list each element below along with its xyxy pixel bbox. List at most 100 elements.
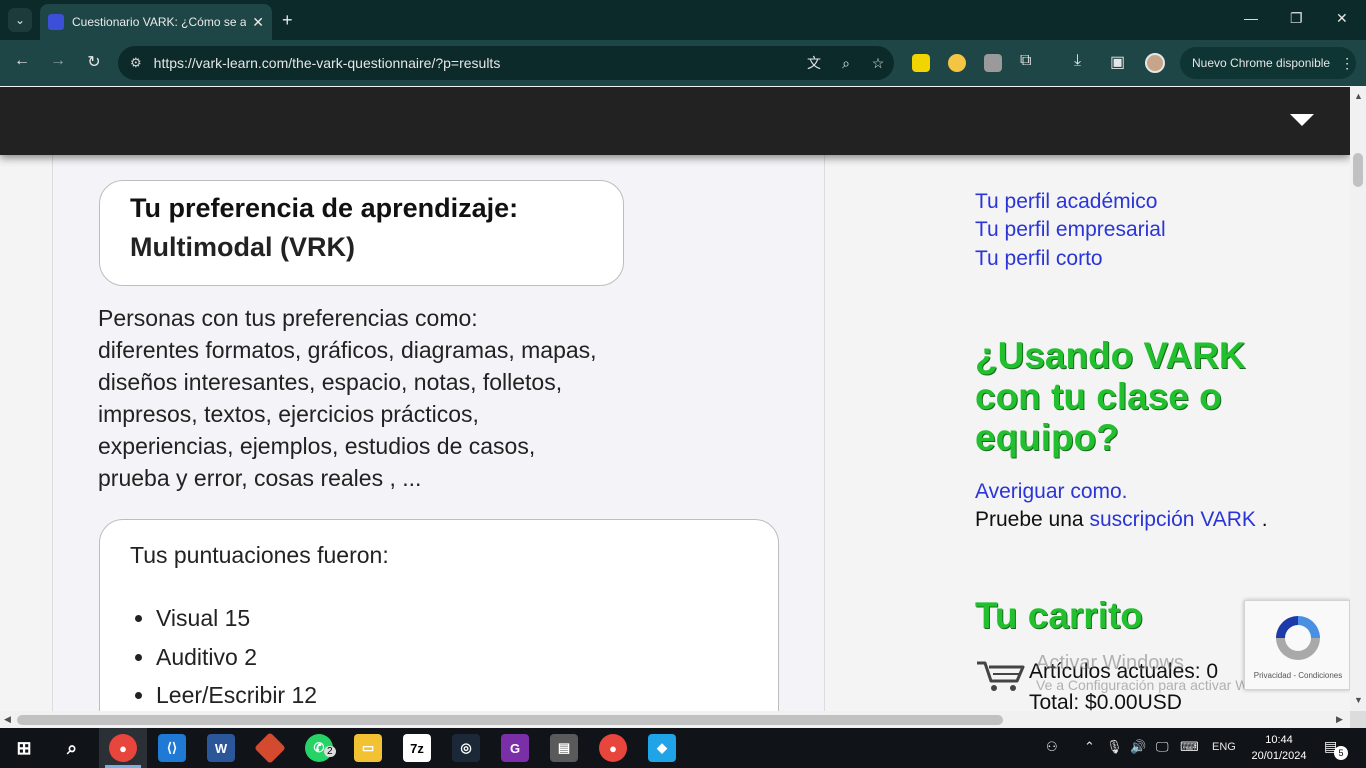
tab-strip: ⌄ Cuestionario VARK: ¿Cómo se a ✕ + — ❐ … — [0, 0, 1366, 40]
translate-icon[interactable]: 文 — [798, 53, 830, 73]
description-line: diseños interesantes, espacio, notas, fo… — [98, 369, 563, 395]
download-icon[interactable]: ⤓ — [1074, 52, 1081, 70]
chrome-update-button[interactable]: Nuevo Chrome disponible ⋮ — [1180, 47, 1356, 79]
scores-card: Tus puntuaciones fueron: Visual 15 Audit… — [99, 519, 779, 711]
preference-description: Personas con tus preferencias como: dife… — [98, 302, 698, 494]
active-tab[interactable]: Cuestionario VARK: ¿Cómo se a ✕ — [40, 4, 272, 40]
extension-3-icon[interactable] — [984, 54, 1002, 72]
extension-2-icon[interactable] — [948, 54, 966, 72]
app-window-icon[interactable]: ▤ — [550, 734, 578, 762]
notifications-badge: 5 — [1334, 746, 1348, 760]
vertical-scroll-thumb[interactable] — [1353, 153, 1363, 187]
new-tab-button[interactable]: + — [282, 10, 293, 30]
7zip-icon[interactable]: 7z — [403, 734, 431, 762]
search-icon[interactable]: ⌕ — [58, 734, 86, 762]
volume-icon[interactable]: 🔊 — [1130, 739, 1146, 755]
windows-start-icon[interactable]: ⊞ — [10, 734, 38, 762]
score-visual: Visual 15 — [156, 599, 748, 638]
back-button[interactable]: ← — [11, 52, 33, 70]
short-profile-link[interactable]: Tu perfil corto — [975, 247, 1103, 271]
description-line: diferentes formatos, gráficos, diagramas… — [98, 337, 597, 363]
profile-avatar[interactable] — [1145, 53, 1165, 73]
close-tab-icon[interactable]: ✕ — [252, 14, 264, 31]
activation-watermark-title: Activar Windows — [1036, 652, 1184, 674]
vertical-scrollbar[interactable]: ▲ ▼ — [1350, 87, 1366, 711]
update-label: Nuevo Chrome disponible — [1192, 56, 1331, 70]
preference-card: Tu preferencia de aprendizaje: Multimoda… — [99, 180, 624, 286]
recaptcha-terms[interactable]: Privacidad - Condiciones — [1245, 671, 1350, 680]
chrome-icon[interactable]: ● — [109, 734, 137, 762]
restore-button[interactable]: ❐ — [1290, 10, 1303, 27]
zoom-icon[interactable]: ⌕ — [830, 55, 862, 72]
scores-list: Visual 15 Auditivo 2 Leer/Escribir 12 — [130, 599, 748, 711]
scroll-up-icon[interactable]: ▲ — [1354, 91, 1363, 101]
try-suffix: . — [1261, 508, 1268, 531]
menu-dropdown-icon[interactable] — [1290, 114, 1314, 126]
academic-profile-link[interactable]: Tu perfil académico — [975, 190, 1157, 214]
bookmark-star-icon[interactable]: ☆ — [862, 55, 894, 72]
find-out-link[interactable]: Averiguar como. — [975, 480, 1128, 504]
notifications-button[interactable]: ▤ 5 — [1324, 738, 1348, 760]
people-icon[interactable]: ⚇ — [1046, 739, 1058, 755]
steam-icon[interactable]: ◎ — [452, 734, 480, 762]
site-header — [0, 87, 1350, 155]
recaptcha-badge[interactable]: Privacidad - Condiciones — [1244, 600, 1350, 690]
description-line: prueba y error, cosas reales , ... — [98, 465, 422, 491]
web-page: Tu preferencia de aprendizaje: Multimoda… — [0, 87, 1350, 711]
word-icon[interactable]: W — [207, 734, 235, 762]
language-indicator[interactable]: ENG — [1212, 741, 1236, 753]
cart-heading: Tu carrito — [975, 595, 1143, 636]
tab-search-button[interactable]: ⌄ — [8, 8, 32, 32]
clock-time: 10:44 — [1265, 734, 1293, 746]
minimize-button[interactable]: — — [1244, 10, 1258, 26]
clock-date: 20/01/2024 — [1251, 750, 1307, 762]
score-read-write: Leer/Escribir 12 — [156, 676, 748, 711]
close-window-button[interactable]: ✕ — [1336, 10, 1348, 27]
shopping-cart-icon[interactable] — [975, 657, 1025, 693]
microphone-icon[interactable]: 🎙 — [1106, 739, 1123, 755]
results-column: Tu preferencia de aprendizaje: Multimoda… — [52, 87, 825, 711]
score-auditory: Auditivo 2 — [156, 638, 748, 677]
subscription-line: Pruebe una suscripción VARK . — [975, 508, 1268, 532]
horizontal-scrollbar[interactable]: ◀ ▶ — [0, 711, 1350, 728]
side-panel-icon[interactable]: ▣ — [1110, 52, 1125, 72]
git-icon[interactable] — [254, 732, 286, 764]
promo-heading: ¿Usando VARK con tu clase o equipo? — [975, 335, 1246, 458]
whatsapp-badge: 2 — [324, 746, 336, 757]
subscription-link[interactable]: suscripción VARK — [1089, 508, 1256, 531]
tab-title: Cuestionario VARK: ¿Cómo se a — [72, 15, 247, 29]
vscode-icon[interactable]: ⟨⟩ — [158, 734, 186, 762]
scroll-down-icon[interactable]: ▼ — [1354, 695, 1363, 705]
scrollbar-corner — [1350, 711, 1366, 728]
recaptcha-logo-icon — [1276, 616, 1320, 660]
site-info-icon[interactable]: ⚙ — [130, 55, 142, 71]
system-clock[interactable]: 10:44 20/01/2024 — [1248, 732, 1310, 764]
tray-chevron-icon[interactable]: ⌃ — [1084, 739, 1095, 755]
extension-1-icon[interactable] — [912, 54, 930, 72]
try-prefix: Pruebe una — [975, 508, 1084, 531]
file-explorer-icon[interactable]: ▭ — [354, 734, 382, 762]
scores-title: Tus puntuaciones fueron: — [130, 542, 389, 568]
scroll-left-icon[interactable]: ◀ — [4, 714, 11, 725]
vark-favicon-icon — [48, 14, 64, 30]
gdevelop-icon[interactable]: G — [501, 734, 529, 762]
scroll-right-icon[interactable]: ▶ — [1336, 714, 1343, 725]
forward-button[interactable]: → — [47, 52, 69, 70]
horizontal-scroll-thumb[interactable] — [17, 715, 1003, 725]
app-blue-icon[interactable]: ◆ — [648, 734, 676, 762]
description-line: experiencias, ejemplos, estudios de caso… — [98, 433, 536, 459]
url-text: https://vark-learn.com/the-vark-question… — [153, 55, 501, 71]
business-profile-link[interactable]: Tu perfil empresarial — [975, 218, 1166, 242]
network-icon[interactable]: 🖵 — [1156, 739, 1169, 755]
extensions-puzzle-icon[interactable]: ⧉ — [1020, 52, 1031, 70]
keyboard-icon[interactable]: ⌨ — [1180, 739, 1199, 755]
cart-total: Total: $0.00USD — [1029, 691, 1182, 711]
more-menu-icon[interactable]: ⋮ — [1340, 55, 1354, 72]
chrome-profile-icon[interactable]: ● — [599, 734, 627, 762]
description-line: impresos, textos, ejercicios prácticos, — [98, 401, 479, 427]
preference-value: Multimodal (VRK) — [130, 232, 355, 262]
reload-button[interactable]: ↻ — [83, 52, 105, 72]
address-bar[interactable]: ⚙ https://vark-learn.com/the-vark-questi… — [118, 46, 894, 80]
description-line: Personas con tus preferencias como: — [98, 305, 478, 331]
browser-toolbar: ← → ↻ ⚙ https://vark-learn.com/the-vark-… — [0, 40, 1366, 86]
